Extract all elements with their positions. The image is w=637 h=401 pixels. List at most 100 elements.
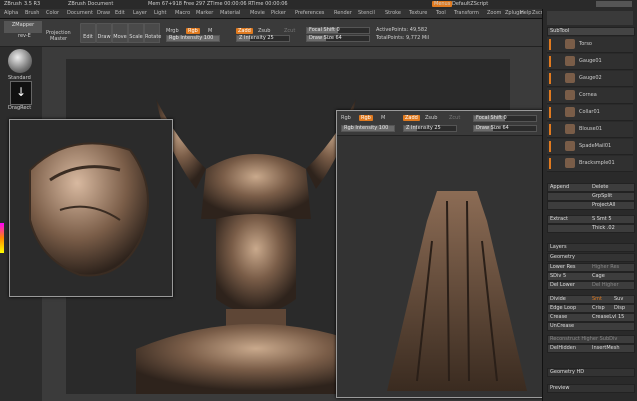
edge-loop-button[interactable]: Edge Loop bbox=[548, 305, 576, 311]
inset-zsub-toggle[interactable]: Zsub bbox=[425, 115, 437, 121]
extract-button[interactable]: Extract bbox=[548, 216, 568, 222]
menu-item-layer[interactable]: Layer bbox=[133, 10, 147, 16]
rgb-intensity-slider[interactable]: Rgb Intensity 100 bbox=[166, 35, 220, 42]
menu-item-color[interactable]: Color bbox=[46, 10, 59, 16]
z-intensity-slider[interactable]: Z Intensity 25 bbox=[236, 35, 290, 42]
subtool-list: Torso Gauge01 Gauge02 Cornea Collar01 Blouse0… bbox=[547, 37, 633, 177]
subtool-thumbnail-icon bbox=[565, 124, 575, 134]
zmapper-sub: rev-E bbox=[18, 33, 31, 39]
preview-header[interactable]: Preview bbox=[547, 384, 635, 393]
tool-thumb-row[interactable] bbox=[547, 11, 633, 25]
smt-slider[interactable]: S Smt 5 bbox=[592, 216, 612, 222]
rgb-toggle[interactable]: Rgb bbox=[186, 28, 200, 34]
crisp-button[interactable]: Crisp bbox=[592, 305, 605, 311]
reconstruct-button[interactable]: Reconstruct Higher SubDiv bbox=[548, 336, 617, 342]
scale-button[interactable]: Scale bbox=[128, 23, 144, 43]
menu-item-draw[interactable]: Draw bbox=[97, 10, 110, 16]
color-picker-strip[interactable] bbox=[0, 223, 4, 253]
del-lower-button[interactable]: Del Lower bbox=[548, 282, 575, 288]
menu-item-light[interactable]: Light bbox=[154, 10, 166, 16]
disp-button[interactable]: Disp bbox=[614, 305, 625, 311]
thick-slider[interactable]: Thick .02 bbox=[592, 225, 615, 231]
master-label[interactable]: Master bbox=[50, 36, 67, 42]
subtool-item[interactable]: Collar01 bbox=[547, 105, 633, 121]
subtool-item[interactable]: SpadeMail01 bbox=[547, 139, 633, 155]
menu-item-edit[interactable]: Edit bbox=[115, 10, 125, 16]
subtool-thumbnail-icon bbox=[565, 39, 575, 49]
menu-item-tool[interactable]: Tool bbox=[436, 10, 446, 16]
menu-item-document[interactable]: Document bbox=[67, 10, 93, 16]
menu-item-help[interactable]: Help bbox=[520, 10, 531, 16]
inset-focal-shift-slider[interactable]: Focal Shift 0 bbox=[473, 115, 537, 122]
inset-zadd-toggle[interactable]: Zadd bbox=[403, 115, 420, 121]
zcut-toggle[interactable]: Zcut bbox=[284, 28, 295, 34]
menu-item-brush[interactable]: Brush bbox=[25, 10, 39, 16]
menu-item-material[interactable]: Material bbox=[220, 10, 240, 16]
menu-item-zoom[interactable]: Zoom bbox=[487, 10, 501, 16]
del-higher-button[interactable]: Del Higher bbox=[592, 282, 619, 288]
move-button[interactable]: Move bbox=[112, 23, 128, 43]
inset-rgb-intensity-slider[interactable]: Rgb Intensity 100 bbox=[341, 125, 395, 132]
draw-size-slider[interactable]: Draw Size 64 bbox=[306, 35, 370, 42]
menu-item-alpha[interactable]: Alpha bbox=[4, 10, 18, 16]
smt-toggle[interactable]: Smt bbox=[592, 296, 602, 302]
delete-button[interactable]: Delete bbox=[592, 184, 608, 190]
subtool-item[interactable]: Torso bbox=[547, 37, 633, 53]
default-zscript[interactable]: DefaultZScript bbox=[452, 1, 488, 7]
menu-item-stencil[interactable]: Stencil bbox=[358, 10, 375, 16]
menu-item-transform[interactable]: Transform bbox=[454, 10, 479, 16]
rotate-button[interactable]: Rotate bbox=[144, 23, 161, 43]
menu-item-render[interactable]: Render bbox=[334, 10, 352, 16]
draw-button[interactable]: Draw bbox=[96, 23, 112, 43]
append-button[interactable]: Append bbox=[548, 184, 569, 190]
layers-header[interactable]: Layers bbox=[547, 243, 635, 252]
standard-brush-icon[interactable] bbox=[8, 49, 32, 73]
menu-item-preferences[interactable]: Preferences bbox=[295, 10, 324, 16]
geometry-hd-header[interactable]: Geometry HD bbox=[547, 368, 635, 377]
menu-item-macro[interactable]: Macro bbox=[175, 10, 190, 16]
inset-draw-size-slider[interactable]: Draw Size 64 bbox=[473, 125, 537, 132]
del-row: Del Lower Del Higher bbox=[547, 281, 635, 290]
edit-label: Edit bbox=[83, 34, 93, 40]
menu-item-marker[interactable]: Marker bbox=[196, 10, 213, 16]
menus-button[interactable]: Menus bbox=[432, 1, 453, 7]
focal-shift-slider[interactable]: Focal Shift 0 bbox=[306, 27, 370, 34]
creaselvl-slider[interactable]: CreaseLvl 15 bbox=[592, 314, 624, 320]
menu-item-stroke[interactable]: Stroke bbox=[385, 10, 401, 16]
inset-z-intensity-slider[interactable]: Z Intensity 25 bbox=[403, 125, 457, 132]
subtool-item[interactable]: Bracksmple01 bbox=[547, 156, 633, 172]
menu-item-movie[interactable]: Movie bbox=[250, 10, 265, 16]
subtool-item[interactable]: Gauge01 bbox=[547, 54, 633, 70]
zadd-toggle[interactable]: Zadd bbox=[236, 28, 253, 34]
grpsplit-button[interactable]: GrpSplit bbox=[592, 193, 612, 199]
lower-res-button[interactable]: Lower Res bbox=[548, 264, 576, 270]
inset-m-toggle[interactable]: M bbox=[381, 115, 385, 121]
crease-button[interactable]: Crease bbox=[548, 314, 567, 320]
projectall-button[interactable]: ProjectAll bbox=[592, 202, 615, 208]
mrgb-toggle[interactable]: Mrgb bbox=[166, 28, 179, 34]
zmapper-button[interactable]: ZMapper bbox=[4, 21, 42, 33]
menu-item-picker[interactable]: Picker bbox=[271, 10, 286, 16]
higher-res-button[interactable]: Higher Res bbox=[592, 264, 619, 270]
subtool-item[interactable]: Cornea bbox=[547, 88, 633, 104]
sdiv-slider[interactable]: SDiv 5 bbox=[548, 273, 566, 279]
subtool-item[interactable]: Blouse01 bbox=[547, 122, 633, 138]
window-controls[interactable] bbox=[596, 1, 632, 7]
divide-button[interactable]: Divide bbox=[548, 296, 566, 302]
menu-item-texture[interactable]: Texture bbox=[409, 10, 427, 16]
suv-toggle[interactable]: Suv bbox=[614, 296, 623, 302]
zsub-toggle[interactable]: Zsub bbox=[258, 28, 270, 34]
subtool-header[interactable]: SubTool bbox=[547, 27, 635, 36]
edit-button[interactable]: Edit bbox=[80, 23, 96, 43]
m-toggle[interactable]: M bbox=[208, 28, 212, 34]
delhidden-button[interactable]: DelHidden bbox=[548, 345, 576, 351]
dragrect-stroke-icon[interactable]: ↓ bbox=[10, 81, 32, 105]
geometry-header[interactable]: Geometry bbox=[547, 253, 635, 262]
cage-button[interactable]: Cage bbox=[592, 273, 605, 279]
inset-zcut-toggle[interactable]: Zcut bbox=[449, 115, 460, 121]
inset-rgb-toggle[interactable]: Rgb bbox=[359, 115, 373, 121]
subtool-item[interactable]: Gauge02 bbox=[547, 71, 633, 87]
insertmesh-button[interactable]: InsertMesh bbox=[592, 345, 620, 351]
armor-piece-sculpt bbox=[29, 142, 149, 277]
uncrease-button[interactable]: UnCrease bbox=[548, 323, 574, 329]
